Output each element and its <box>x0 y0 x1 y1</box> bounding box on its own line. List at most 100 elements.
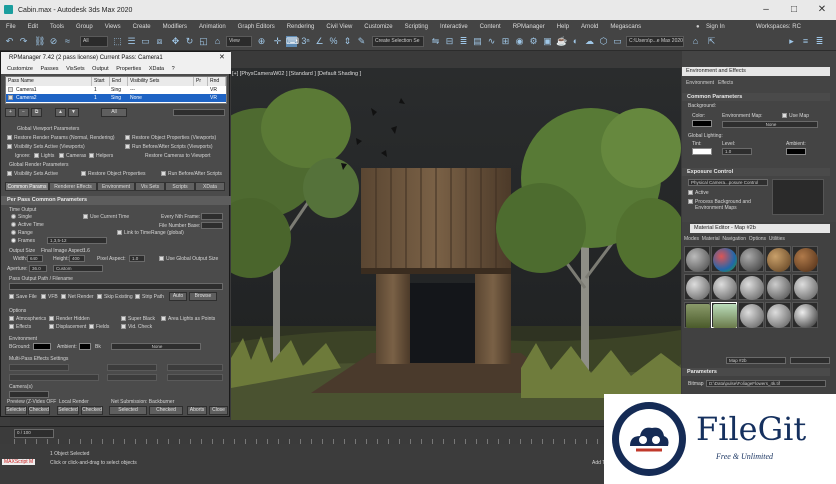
map-type-button[interactable] <box>790 357 830 364</box>
multipass-field-5[interactable] <box>107 374 157 381</box>
unlink-icon[interactable]: ⊘ <box>48 36 59 47</box>
height-field[interactable]: 400 <box>69 255 85 262</box>
maximize-button[interactable]: □ <box>780 0 808 20</box>
material-slot[interactable] <box>738 274 764 300</box>
multipass-field-3[interactable] <box>167 364 223 371</box>
multipass-field-4[interactable] <box>9 374 99 381</box>
rpm-menu-vissets[interactable]: VisSets <box>66 66 85 72</box>
col-visibility-sets[interactable]: Visibility Sets <box>128 77 194 86</box>
render-cloud-icon[interactable]: ☁ <box>584 36 595 47</box>
perspective-viewport[interactable] <box>231 68 681 420</box>
single-radio[interactable] <box>11 214 16 219</box>
use-current-time-checkbox[interactable] <box>83 214 88 219</box>
menu-help[interactable]: Help <box>551 24 575 30</box>
net-render-checkbox[interactable] <box>61 294 66 299</box>
level-field[interactable]: 1.0 <box>722 148 752 155</box>
file-number-base-field[interactable] <box>201 222 223 229</box>
toggle-ribbon-icon[interactable]: ▤ <box>472 36 483 47</box>
named-selection-set-select[interactable]: Create Selection Se <box>372 36 424 47</box>
select-by-name-icon[interactable]: ☰ <box>126 36 137 47</box>
per-pass-section[interactable]: Per Pass Common Parameters <box>1 196 231 205</box>
exposure-type-select[interactable]: Physical Camera...posure Control <box>688 179 768 186</box>
col-start[interactable]: Start <box>92 77 110 86</box>
active-time-radio[interactable] <box>11 222 16 227</box>
material-slot[interactable] <box>684 246 710 272</box>
restore-objects-checkbox[interactable] <box>125 135 130 140</box>
output-path-field[interactable] <box>9 283 223 290</box>
menu-arnold[interactable]: Arnold <box>575 24 604 30</box>
material-slot[interactable] <box>738 246 764 272</box>
env-tab-effects[interactable]: Effects <box>718 80 733 86</box>
move-up-icon[interactable]: ▲ <box>55 108 66 117</box>
bind-spacewarp-icon[interactable]: ≈ <box>62 36 73 47</box>
project-folder-icon[interactable]: ⌂ <box>690 36 701 47</box>
material-slot[interactable] <box>711 302 737 328</box>
ignore-helpers-checkbox[interactable] <box>89 153 94 158</box>
env-tab-environment[interactable]: Environment <box>686 80 714 86</box>
schematic-view-icon[interactable]: ⊞ <box>500 36 511 47</box>
a360-icon[interactable]: ⬡ <box>598 36 609 47</box>
mated-menu-modes[interactable]: Modes <box>684 236 699 242</box>
select-all-icon[interactable]: All <box>101 108 127 117</box>
rpm-menu-output[interactable]: Output <box>92 66 109 72</box>
mirror-icon[interactable]: ⇋ <box>430 36 441 47</box>
displacement-checkbox[interactable] <box>49 324 54 329</box>
curve-editor-icon[interactable]: ∿ <box>486 36 497 47</box>
col-end[interactable]: End <box>110 77 128 86</box>
col-rnd[interactable]: Rnd <box>208 77 226 86</box>
menu-group[interactable]: Group <box>70 24 99 30</box>
menu-tools[interactable]: Tools <box>44 24 70 30</box>
menu-rendering[interactable]: Rendering <box>281 24 321 30</box>
exposure-control-section[interactable]: Exposure Control <box>682 168 830 176</box>
tab-environment[interactable]: Environment <box>97 182 135 191</box>
ribbon-toggle-icon[interactable]: ≡ <box>800 36 811 47</box>
menu-scripting[interactable]: Scripting <box>399 24 434 30</box>
prefix-field[interactable] <box>173 109 225 116</box>
vfb-checkbox[interactable] <box>41 294 46 299</box>
pass-enable-checkbox[interactable] <box>8 95 13 100</box>
frames-radio[interactable] <box>11 238 16 243</box>
material-slot[interactable] <box>765 274 791 300</box>
select-manipulate-icon[interactable]: ✛ <box>272 36 283 47</box>
local-selected-button[interactable]: Selected <box>57 406 79 415</box>
rpm-menu-help[interactable]: ? <box>172 66 175 72</box>
rpm-menu-xdata[interactable]: XData <box>149 66 164 72</box>
move-down-icon[interactable]: ▼ <box>68 108 79 117</box>
aborts-button[interactable]: Aborts <box>187 406 207 415</box>
snaps-toggle-icon[interactable]: 3ⁿ <box>300 36 311 47</box>
browse-button[interactable]: Browse <box>189 292 217 301</box>
vid-check-checkbox[interactable] <box>121 324 126 329</box>
menu-create[interactable]: Create <box>127 24 157 30</box>
link-time-range-checkbox[interactable] <box>117 230 122 235</box>
run-scripts-checkbox[interactable] <box>161 171 166 176</box>
tab-common-params[interactable]: Common Params <box>5 182 49 191</box>
range-radio[interactable] <box>11 230 16 235</box>
close-button[interactable]: Close <box>209 406 228 415</box>
col-pass-name[interactable]: Pass Name <box>6 77 92 86</box>
menu-graph-editors[interactable]: Graph Editors <box>232 24 281 30</box>
visibility-sets-active-checkbox[interactable] <box>7 144 12 149</box>
select-object-icon[interactable]: ⬚ <box>112 36 123 47</box>
align-icon[interactable]: ⊟ <box>444 36 455 47</box>
menu-animation[interactable]: Animation <box>193 24 232 30</box>
menu-content[interactable]: Content <box>474 24 507 30</box>
spinner-snap-icon[interactable]: ⇕ <box>342 36 353 47</box>
ambient-color-swatch[interactable] <box>79 343 91 350</box>
material-slot[interactable] <box>792 302 818 328</box>
maxscript-listener[interactable]: MAXScript M <box>2 459 36 465</box>
minimize-button[interactable]: – <box>752 0 780 20</box>
material-editor-icon[interactable]: ◉ <box>514 36 525 47</box>
material-slot[interactable] <box>792 274 818 300</box>
menu-file[interactable]: File <box>0 24 22 30</box>
tab-renderer-effects[interactable]: Renderer Effects <box>49 182 97 191</box>
aperture-field[interactable]: 36.0 <box>29 265 47 272</box>
viewport-label[interactable]: [+] [PhysCameraW02 ] [Standard ] [Defaul… <box>232 71 361 77</box>
copy-pass-icon[interactable]: ⧉ <box>31 108 42 117</box>
save-file-checkbox[interactable] <box>9 294 14 299</box>
close-button[interactable]: ✕ <box>808 0 836 20</box>
layer-explorer-icon[interactable]: ≣ <box>458 36 469 47</box>
menu-modifiers[interactable]: Modifiers <box>157 24 193 30</box>
bitmap-path-field[interactable]: D:\Data\pulse\FoliageFlowers_4k.tif <box>706 380 826 387</box>
add-pass-icon[interactable]: + <box>5 108 16 117</box>
skip-existing-checkbox[interactable] <box>97 294 102 299</box>
